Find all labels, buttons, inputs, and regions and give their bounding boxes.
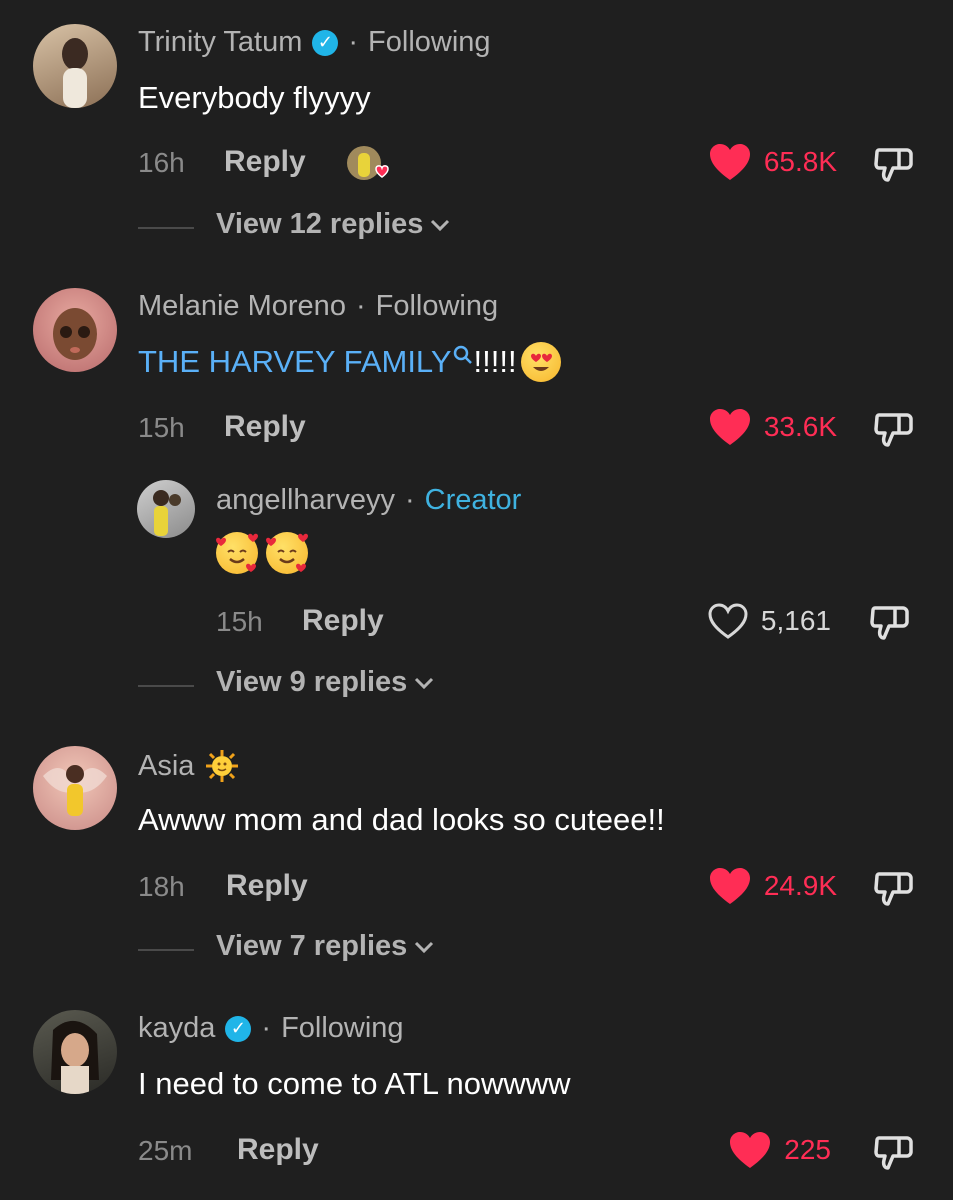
comment-header: Melanie Moreno · Following [138, 290, 498, 323]
comment-time: 18h [138, 871, 185, 902]
like-button[interactable]: 33.6K [708, 407, 837, 447]
separator: · [404, 484, 415, 516]
like-count: 24.9K [763, 870, 837, 901]
avatar[interactable] [33, 288, 117, 372]
reply-time: 15h [216, 606, 263, 637]
like-button[interactable]: 65.8K [708, 142, 837, 182]
relation-label: Following [368, 26, 491, 58]
comment-time: 25m [138, 1135, 193, 1166]
verified-badge-icon: ✓ [225, 1015, 252, 1042]
avatar[interactable] [33, 24, 117, 108]
comment-header: kayda ✓ · Following [138, 1012, 404, 1045]
username[interactable]: Asia [138, 750, 194, 783]
heart-filled-icon [709, 409, 750, 445]
reply-text [216, 532, 308, 574]
reply-header: angellharveyy · Creator [216, 484, 521, 517]
view-replies-label: View 7 replies [216, 930, 408, 962]
dislike-button[interactable] [873, 142, 917, 191]
like-button[interactable]: 24.9K [708, 866, 837, 906]
chevron-down-icon [415, 677, 434, 689]
view-replies-label: View 9 replies [216, 666, 408, 698]
thumbs-down-icon [870, 606, 909, 640]
view-replies-button[interactable]: View 9 replies [216, 666, 435, 699]
comment-time: 16h [138, 147, 185, 178]
search-icon [453, 345, 472, 364]
heart-filled-icon [709, 868, 750, 904]
avatar[interactable] [33, 746, 117, 830]
username[interactable]: kayda [138, 1012, 215, 1045]
comment-header: Asia [138, 748, 240, 784]
thread-line [138, 227, 194, 229]
comment-text-rest: !!!!! [473, 344, 517, 379]
avatar[interactable] [33, 1010, 117, 1094]
reply-button[interactable]: Reply [224, 145, 306, 179]
reply-button[interactable]: Reply [237, 1133, 319, 1167]
thread-line [138, 685, 194, 687]
relation-label: Following [281, 1012, 404, 1044]
chevron-down-icon [415, 941, 434, 953]
username[interactable]: angellharveyy [216, 484, 395, 517]
view-replies-button[interactable]: View 7 replies [216, 930, 435, 963]
heart-filled-icon [709, 144, 750, 180]
thumbs-down-icon [874, 413, 913, 447]
relation-label: Following [375, 290, 499, 322]
like-count: 33.6K [763, 411, 837, 442]
heart-filled-icon [730, 1132, 771, 1168]
dislike-button[interactable] [873, 1130, 917, 1179]
smiling-hearts-emoji-icon [216, 532, 258, 574]
smiling-hearts-emoji-icon [266, 532, 308, 574]
view-replies-button[interactable]: View 12 replies [216, 208, 451, 241]
thread-line [138, 949, 194, 951]
separator: · [348, 26, 359, 58]
avatar-image [43, 765, 107, 816]
sun-emoji-icon [206, 750, 239, 782]
comment-header: Trinity Tatum ✓ · Following [138, 26, 491, 59]
username[interactable]: Melanie Moreno [138, 290, 346, 323]
thumbs-down-icon [874, 1136, 913, 1170]
separator: · [261, 1012, 272, 1044]
creator-label: Creator [424, 484, 522, 516]
search-link[interactable]: THE HARVEY FAMILY [138, 344, 452, 380]
dislike-button[interactable] [873, 407, 917, 456]
reply-button[interactable]: Reply [224, 410, 306, 444]
avatar-image [53, 308, 97, 360]
verified-badge-icon: ✓ [312, 29, 339, 56]
like-count: 5,161 [760, 605, 831, 636]
comment-text: THE HARVEY FAMILY !!!!! [138, 342, 561, 382]
view-replies-label: View 12 replies [216, 208, 424, 240]
comment-text: I need to come to ATL nowwww [138, 1066, 571, 1101]
like-count: 225 [784, 1134, 831, 1165]
avatar[interactable] [137, 480, 195, 538]
comment-time: 15h [138, 412, 185, 443]
thumbs-down-icon [874, 872, 913, 906]
avatar-image [51, 1020, 99, 1094]
heart-eyes-emoji-icon [520, 342, 561, 382]
chevron-down-icon [431, 219, 450, 231]
heart-outline-icon [708, 603, 748, 639]
avatar-image [153, 490, 181, 536]
username[interactable]: Trinity Tatum [138, 26, 302, 59]
separator: · [355, 290, 366, 322]
creator-liked-avatar [346, 145, 392, 185]
reply-button[interactable]: Reply [302, 604, 384, 638]
comment-text: Everybody flyyyy [138, 80, 371, 115]
dislike-button[interactable] [873, 866, 917, 915]
avatar-image [62, 38, 88, 108]
dislike-button[interactable] [869, 600, 913, 649]
like-count: 65.8K [763, 146, 837, 177]
thumbs-down-icon [874, 148, 913, 182]
comment-text: Awww mom and dad looks so cuteee!! [138, 802, 665, 837]
like-button[interactable]: 5,161 [707, 602, 831, 640]
reply-button[interactable]: Reply [226, 869, 308, 903]
like-button[interactable]: 225 [728, 1130, 831, 1170]
